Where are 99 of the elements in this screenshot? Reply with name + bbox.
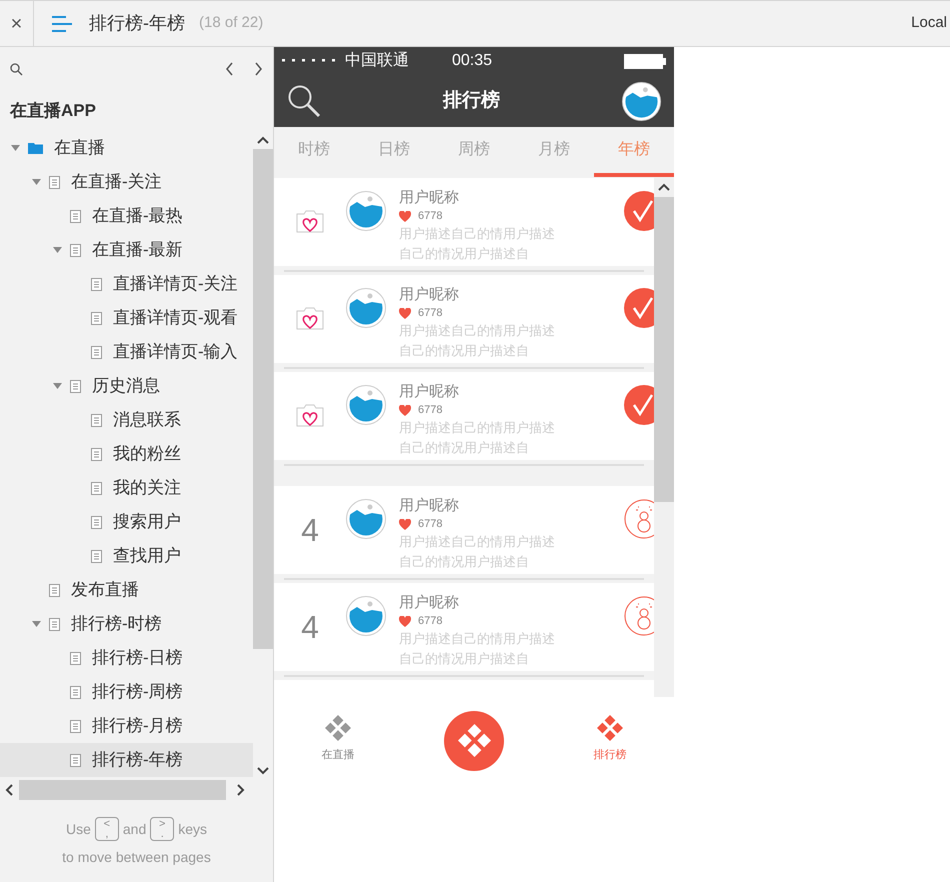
page-icon bbox=[49, 176, 60, 188]
diamonds-icon bbox=[597, 715, 623, 742]
rank-number: 4 bbox=[301, 514, 319, 546]
user-nickname: 用户昵称 bbox=[399, 188, 460, 208]
like-count: 6778 bbox=[418, 614, 442, 629]
tree-item[interactable]: 直播详情页-关注 bbox=[0, 267, 253, 301]
previous-key: < , bbox=[94, 817, 119, 841]
next-key: > . bbox=[150, 817, 174, 841]
diamonds-icon bbox=[325, 715, 351, 742]
scroll-left-icon[interactable] bbox=[5, 784, 13, 796]
clock: 00:35 bbox=[452, 51, 492, 71]
page-icon bbox=[70, 210, 81, 222]
avatar-icon bbox=[622, 82, 661, 120]
heart-icon bbox=[399, 518, 411, 530]
page-icon bbox=[70, 244, 81, 256]
page-icon bbox=[91, 550, 102, 562]
heart-icon bbox=[399, 308, 411, 318]
diamonds-icon bbox=[458, 724, 490, 757]
page-title: 排行榜-年榜 bbox=[89, 12, 185, 35]
nav-tab[interactable]: 在直播 bbox=[274, 715, 402, 764]
heart-icon bbox=[399, 210, 411, 222]
rank-number: 4 bbox=[301, 611, 319, 643]
page-icon bbox=[70, 652, 81, 664]
page-icon bbox=[49, 584, 60, 596]
caret-down-icon[interactable] bbox=[10, 145, 20, 151]
like-count: 6778 bbox=[418, 402, 442, 418]
page-icon bbox=[91, 346, 102, 358]
hint-text: and bbox=[122, 820, 146, 838]
heart-badge-icon bbox=[296, 209, 324, 235]
scroll-down-icon[interactable] bbox=[257, 767, 269, 775]
page-icon bbox=[70, 720, 81, 732]
tree-item[interactable]: 排行榜-年榜 bbox=[0, 743, 253, 777]
tree-item[interactable]: 我的粉丝 bbox=[0, 437, 253, 471]
caret-down-icon[interactable] bbox=[32, 179, 40, 185]
carrier-name: 中国联通 bbox=[345, 50, 409, 71]
scroll-up-icon[interactable] bbox=[257, 136, 269, 144]
tree-item[interactable]: 在直播-关注 bbox=[0, 165, 253, 199]
page-icon bbox=[91, 448, 102, 460]
heart-icon bbox=[399, 616, 411, 626]
page-icon bbox=[91, 414, 102, 426]
page-icon bbox=[91, 482, 102, 494]
search-icon[interactable] bbox=[10, 62, 23, 76]
like-count: 6778 bbox=[418, 208, 442, 224]
tree-item[interactable]: 排行榜-周榜 bbox=[0, 675, 253, 709]
avatar-icon bbox=[346, 385, 386, 425]
scroll-up-icon[interactable] bbox=[658, 183, 670, 191]
previous-icon[interactable] bbox=[225, 62, 234, 76]
page-count: (18 of 22) bbox=[199, 13, 264, 34]
tree-item[interactable]: 排行榜-日榜 bbox=[0, 641, 253, 675]
heart-icon bbox=[399, 404, 411, 416]
tree-item[interactable]: 发布直播 bbox=[0, 573, 253, 607]
tree-item[interactable]: 排行榜-时榜 bbox=[0, 607, 253, 641]
tree-item[interactable]: 搜索用户 bbox=[0, 505, 253, 539]
hint-text: keys bbox=[178, 820, 208, 839]
caret-down-icon[interactable] bbox=[52, 383, 62, 389]
project-title: 在直播APP bbox=[8, 100, 97, 122]
user-nickname: 用户昵称 bbox=[399, 496, 460, 516]
page-icon bbox=[91, 278, 102, 290]
like-count: 6778 bbox=[418, 306, 442, 321]
tree-item[interactable]: 直播详情页-输入 bbox=[0, 335, 253, 369]
scroll-right-icon[interactable] bbox=[237, 784, 245, 796]
caret-down-icon[interactable] bbox=[52, 247, 62, 253]
like-count: 6778 bbox=[418, 516, 442, 532]
tree-item[interactable]: 在直播-最热 bbox=[0, 199, 253, 233]
signal-dots-icon bbox=[282, 59, 336, 63]
close-button[interactable]: × bbox=[0, 1, 34, 46]
hint-text: to move between pages bbox=[62, 848, 211, 867]
tree-item[interactable]: 排行榜-月榜 bbox=[0, 709, 253, 743]
tree-item[interactable]: 历史消息 bbox=[0, 369, 253, 403]
next-icon[interactable] bbox=[254, 62, 263, 76]
tree-item[interactable]: 在直播-最新 bbox=[0, 233, 253, 267]
user-nickname: 用户昵称 bbox=[399, 285, 460, 305]
page-icon bbox=[70, 754, 81, 766]
tree-item[interactable]: 在直播 bbox=[0, 131, 253, 165]
avatar-icon bbox=[346, 191, 386, 231]
hint-text: Use bbox=[66, 820, 91, 838]
heart-badge-icon bbox=[296, 306, 324, 332]
page-icon bbox=[70, 380, 81, 392]
menu-icon[interactable] bbox=[52, 16, 72, 32]
avatar-icon bbox=[346, 288, 386, 328]
search-icon[interactable] bbox=[287, 84, 321, 118]
tree-item[interactable]: 直播详情页-观看 bbox=[0, 301, 253, 335]
mode-label: Local bbox=[911, 13, 947, 34]
caret-down-icon[interactable] bbox=[32, 621, 40, 627]
page-icon bbox=[70, 686, 81, 698]
user-nickname: 用户昵称 bbox=[399, 593, 460, 613]
page-icon bbox=[91, 516, 102, 528]
user-nickname: 用户昵称 bbox=[399, 382, 460, 402]
battery-icon bbox=[624, 54, 666, 68]
tree-item[interactable]: 消息联系 bbox=[0, 403, 253, 437]
page-icon bbox=[49, 618, 60, 630]
screen-title: 排行榜 bbox=[442, 88, 501, 113]
avatar-icon bbox=[346, 596, 386, 636]
heart-badge-icon bbox=[296, 403, 324, 429]
avatar-icon bbox=[346, 499, 386, 539]
folder-icon bbox=[28, 142, 43, 154]
tree-item[interactable]: 我的关注 bbox=[0, 471, 253, 505]
page-icon bbox=[91, 312, 102, 324]
tree-item[interactable]: 查找用户 bbox=[0, 539, 253, 573]
